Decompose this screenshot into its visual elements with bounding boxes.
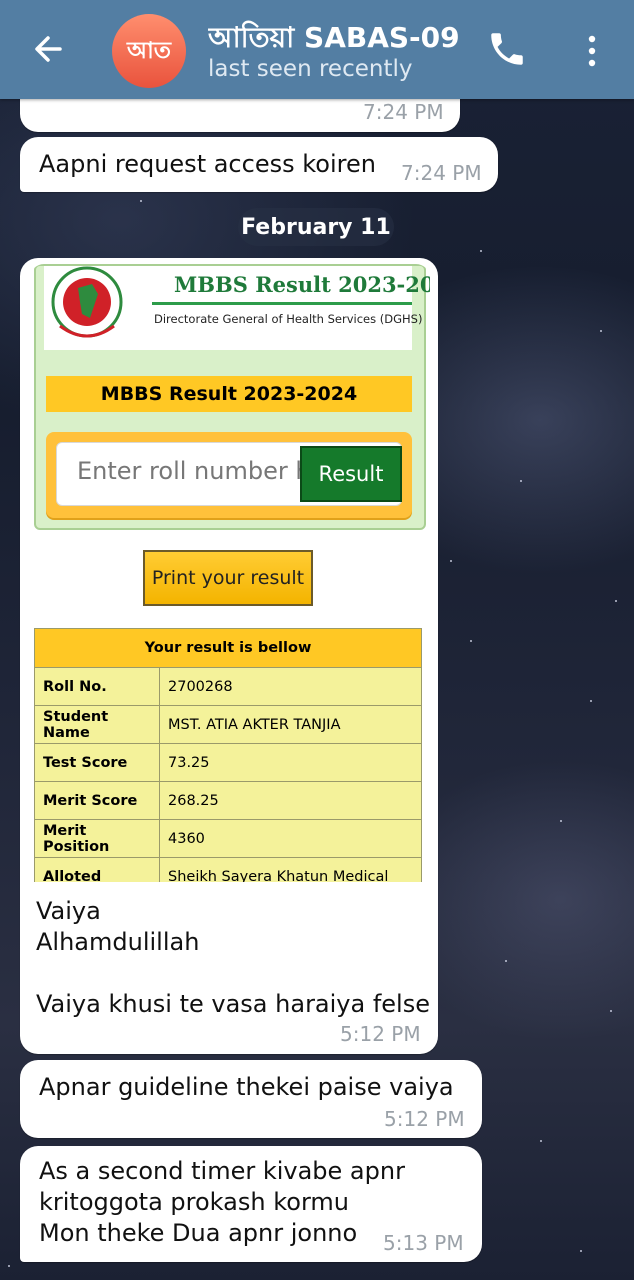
row-label: Test Score (34, 743, 160, 782)
chat-title[interactable]: আতিয়া SABAS-09 (208, 16, 470, 56)
table-row: Alloted Sheikh Sayera Khatun Medical (34, 857, 422, 882)
avatar[interactable]: আত (112, 14, 186, 88)
row-label: Alloted (34, 857, 160, 882)
row-label: Merit Position (34, 819, 160, 858)
table-header-row: Your result is bellow (34, 628, 422, 668)
result-banner: MBBS Result 2023-2024 (46, 376, 412, 412)
message-text: As a second timer kivabe apnr kritoggota… (39, 1157, 405, 1247)
row-value: Sheikh Sayera Khatun Medical (159, 857, 422, 882)
last-seen-status: last seen recently (208, 56, 413, 82)
result-form-card: MBBS Result 2023-2024 Directorate Genera… (34, 264, 430, 530)
message-bubble[interactable]: Aapni request access koiren 7:24 PM (20, 137, 498, 192)
message-bubble[interactable]: Apnar guideline thekei paise vaiya 5:12 … (20, 1060, 482, 1138)
table-row: Merit Position 4360 (34, 819, 422, 858)
message-text: Aapni request access koiren (39, 150, 376, 178)
message-text: Vaiya Alhamdulillah Vaiya khusi te vasa … (36, 897, 430, 1018)
message-bubble[interactable]: As a second timer kivabe apnr kritoggota… (20, 1146, 482, 1262)
row-value: 4360 (159, 819, 422, 858)
title-underline (152, 302, 412, 305)
result-button: Result (300, 446, 402, 502)
row-value: 73.25 (159, 743, 422, 782)
more-options-button[interactable] (576, 30, 608, 72)
message-time: 5:12 PM (340, 1022, 421, 1046)
message-text: Apnar guideline thekei paise vaiya (39, 1073, 454, 1101)
government-seal-icon (51, 266, 123, 338)
call-button[interactable] (486, 28, 528, 70)
table-row: Roll No. 2700268 (34, 667, 422, 706)
table-header: Your result is bellow (34, 628, 422, 668)
print-result-button: Print your result (143, 550, 313, 606)
back-button[interactable] (28, 28, 70, 70)
row-label: Merit Score (34, 781, 160, 820)
chat-header: আত আতিয়া SABAS-09 last seen recently (0, 0, 634, 99)
roll-search-box: Enter roll number he Result (46, 432, 412, 518)
message-time: 7:24 PM (363, 100, 444, 124)
result-table: Your result is bellow Roll No. 2700268 S… (34, 628, 422, 882)
table-row: Test Score 73.25 (34, 743, 422, 782)
row-value: 2700268 (159, 667, 422, 706)
site-title: MBBS Result 2023-2024 (174, 272, 430, 297)
message-time: 7:24 PM (401, 161, 482, 185)
date-separator: February 11 (238, 208, 394, 246)
row-value: MST. ATIA AKTER TANJIA (159, 705, 422, 744)
row-label: Student Name (34, 705, 160, 744)
message-time: 5:12 PM (384, 1107, 465, 1131)
shared-photo[interactable]: MBBS Result 2023-2024 Directorate Genera… (30, 264, 430, 882)
site-header: MBBS Result 2023-2024 Directorate Genera… (44, 266, 430, 350)
back-arrow-icon (35, 36, 62, 62)
table-row: Merit Score 268.25 (34, 781, 422, 820)
phone-icon (491, 33, 523, 65)
row-label: Roll No. (34, 667, 160, 706)
organization-name: Directorate General of Health Services (… (154, 312, 423, 326)
table-row: Student Name MST. ATIA AKTER TANJIA (34, 705, 422, 744)
more-vert-icon (588, 35, 596, 67)
row-value: 268.25 (159, 781, 422, 820)
message-time: 5:13 PM (383, 1231, 464, 1255)
